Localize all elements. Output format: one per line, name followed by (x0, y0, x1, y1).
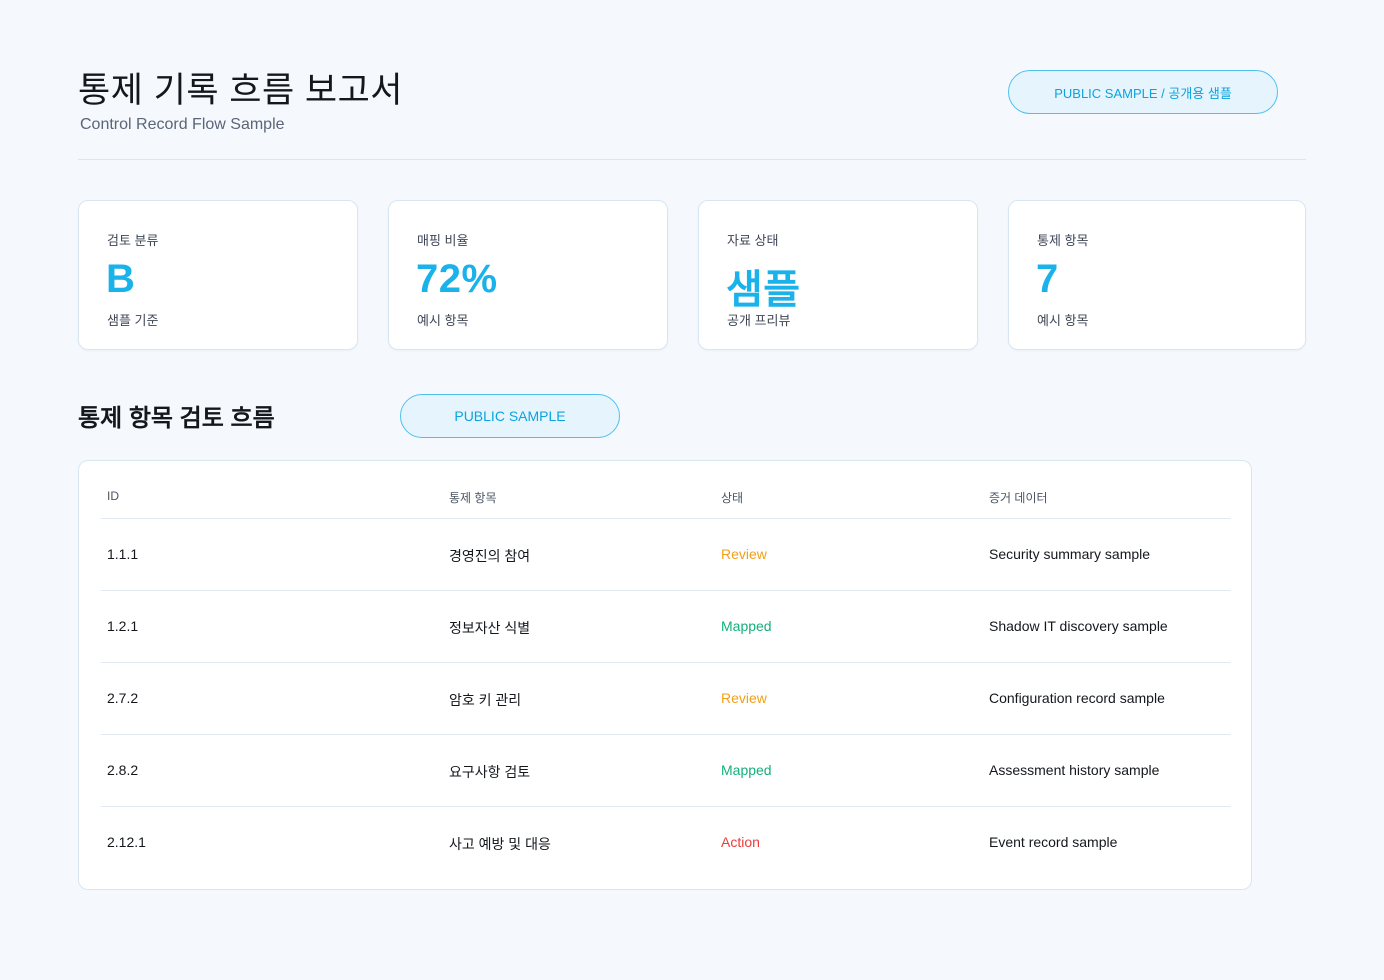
table-header-row: ID 통제 항목 상태 증거 데이터 (101, 487, 1231, 519)
control-flow-table: ID 통제 항목 상태 증거 데이터 1.1.1 경영진의 참여 Review … (78, 460, 1252, 890)
row-evidence: Shadow IT discovery sample (989, 618, 1168, 634)
stat-value: 샘플 (726, 268, 801, 312)
stat-note: 공개 프리뷰 (727, 313, 791, 328)
row-id: 1.1.1 (107, 546, 139, 562)
row-evidence: Assessment history sample (989, 762, 1160, 778)
stat-card-data-status: 자료 상태 샘플 공개 프리뷰 (698, 200, 978, 350)
row-control-item: 경영진의 참여 (449, 548, 531, 564)
stat-card-mapping-ratio: 매핑 비율 72% 예시 항목 (388, 200, 668, 350)
stat-value: 72% (416, 257, 498, 301)
public-sample-badge: PUBLIC SAMPLE / 공개용 샘플 (1008, 70, 1278, 114)
table-row[interactable]: 2.8.2 요구사항 검토 Mapped Assessment history … (101, 735, 1231, 807)
column-header-control-item: 통제 항목 (449, 491, 497, 505)
stat-label: 검토 분류 (107, 233, 159, 248)
row-evidence: Event record sample (989, 834, 1118, 850)
column-header-id: ID (107, 489, 119, 503)
column-header-status: 상태 (721, 491, 744, 505)
column-header-evidence: 증거 데이터 (989, 491, 1048, 505)
stat-card-control-items: 통제 항목 7 예시 항목 (1008, 200, 1306, 350)
page-subtitle: Control Record Flow Sample (80, 116, 285, 133)
header-divider (78, 159, 1306, 160)
row-control-item: 암호 키 관리 (449, 692, 522, 708)
page-title: 통제 기록 흐름 보고서 (78, 71, 403, 110)
row-control-item: 사고 예방 및 대응 (449, 836, 551, 852)
row-evidence: Configuration record sample (989, 690, 1165, 706)
row-id: 1.2.1 (107, 618, 139, 634)
row-status: Review (721, 690, 767, 706)
stat-label: 자료 상태 (727, 233, 779, 248)
stat-note: 샘플 기준 (107, 313, 159, 328)
row-status: Mapped (721, 618, 772, 634)
stat-value: 7 (1036, 257, 1059, 301)
stat-note: 예시 항목 (417, 313, 469, 328)
section-public-sample-badge: PUBLIC SAMPLE (400, 394, 620, 438)
row-control-item: 요구사항 검토 (449, 764, 531, 780)
stat-label: 통제 항목 (1037, 233, 1089, 248)
row-control-item: 정보자산 식별 (449, 620, 531, 636)
table-row[interactable]: 1.1.1 경영진의 참여 Review Security summary sa… (101, 519, 1231, 591)
row-status: Review (721, 546, 767, 562)
table-row[interactable]: 1.2.1 정보자산 식별 Mapped Shadow IT discovery… (101, 591, 1231, 663)
stat-label: 매핑 비율 (417, 233, 469, 248)
table-row[interactable]: 2.12.1 사고 예방 및 대응 Action Event record sa… (101, 807, 1231, 879)
stat-card-review-class: 검토 분류 B 샘플 기준 (78, 200, 358, 350)
stat-value: B (106, 257, 136, 301)
stat-note: 예시 항목 (1037, 313, 1089, 328)
section-title: 통제 항목 검토 흐름 (78, 405, 275, 432)
row-status: Action (721, 834, 760, 850)
row-evidence: Security summary sample (989, 546, 1151, 562)
row-id: 2.8.2 (107, 762, 139, 778)
report-page: 통제 기록 흐름 보고서 Control Record Flow Sample … (0, 0, 1384, 980)
row-id: 2.12.1 (107, 834, 146, 850)
row-status: Mapped (721, 762, 772, 778)
row-id: 2.7.2 (107, 690, 139, 706)
table-row[interactable]: 2.7.2 암호 키 관리 Review Configuration recor… (101, 663, 1231, 735)
